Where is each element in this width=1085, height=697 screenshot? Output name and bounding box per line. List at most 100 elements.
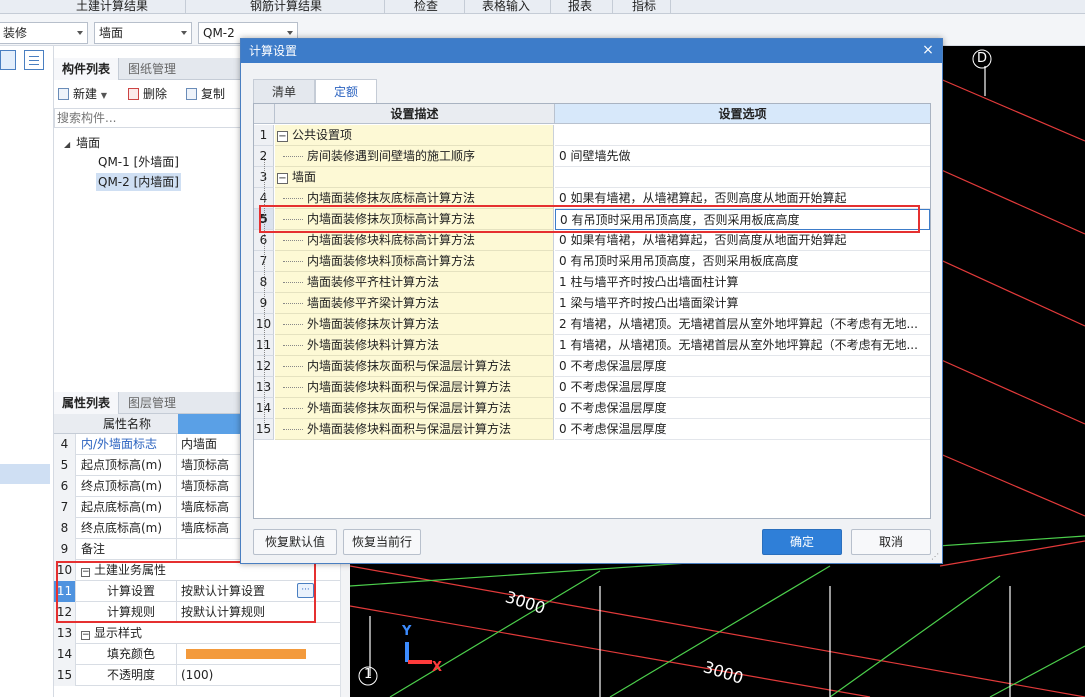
menu-rebar-results[interactable]: 钢筋计算结果 bbox=[244, 0, 322, 14]
setting-option[interactable]: 2 有墙裙，从墙裙顶。无墙裙首层从室外地坪算起（不考虑有无地... bbox=[555, 314, 930, 335]
opacity-value[interactable]: (100) bbox=[178, 665, 350, 686]
tree-connector bbox=[283, 387, 303, 388]
component-search-input[interactable] bbox=[54, 108, 244, 128]
setting-description-label: 内墙面装修抹灰底标高计算方法 bbox=[307, 191, 476, 205]
calc-setting-value[interactable]: 按默认计算设置 bbox=[178, 581, 313, 602]
settings-row[interactable]: 2 房间装修遇到间壁墙的施工顺序 0 间壁墙先做 bbox=[254, 146, 930, 167]
attribute-key: 计算规则 bbox=[77, 602, 177, 623]
copy-button[interactable]: 复制 bbox=[186, 86, 225, 102]
menu-check[interactable]: 检查 bbox=[408, 0, 438, 14]
tree-connector bbox=[283, 303, 303, 304]
settings-row[interactable]: 7 内墙面装修块料顶标高计算方法 0 有吊顶时采用吊顶高度，否则采用板底高度 bbox=[254, 251, 930, 272]
attribute-row[interactable]: 14 填充颜色 bbox=[54, 644, 350, 665]
tree-connector bbox=[283, 429, 303, 430]
row-number: 8 bbox=[54, 518, 76, 539]
new-button[interactable]: 新建 ▼ bbox=[58, 86, 107, 104]
setting-description-label: 外墙面装修抹灰面积与保温层计算方法 bbox=[307, 401, 512, 415]
setting-option[interactable]: 0 有吊顶时采用吊顶高度，否则采用板底高度 bbox=[555, 251, 930, 272]
setting-description: 外墙面装修抹灰面积与保温层计算方法 bbox=[275, 398, 554, 419]
tree-node-wall[interactable]: ◢ 墙面 bbox=[64, 134, 100, 151]
attribute-group: − 显示样式 bbox=[77, 623, 349, 644]
detail-view-icon[interactable] bbox=[24, 50, 44, 70]
settings-row[interactable]: 11 外墙面装修块料计算方法 1 有墙裙，从墙裙顶。无墙裙首层从室外地坪算起（不考虑… bbox=[254, 335, 930, 356]
tab-attribute-list[interactable]: 属性列表 bbox=[54, 392, 120, 414]
tab-bill-list[interactable]: 清单 bbox=[253, 79, 315, 103]
setting-option[interactable]: 0 不考虑保温层厚度 bbox=[555, 356, 930, 377]
cancel-button[interactable]: 取消 bbox=[851, 529, 931, 555]
settings-group-row[interactable]: 3− 墙面 bbox=[254, 167, 930, 188]
tree-item-qm1[interactable]: QM-1 [外墙面] bbox=[98, 154, 179, 170]
row-number: 1 bbox=[254, 125, 274, 146]
settings-row[interactable]: 9 墙面装修平齐梁计算方法 1 梁与墙平齐时按凸出墙面梁计算 bbox=[254, 293, 930, 314]
component-type-select[interactable]: 墙面 bbox=[94, 22, 192, 44]
close-icon[interactable]: × bbox=[920, 42, 936, 58]
setting-option[interactable]: 1 梁与墙平齐时按凸出墙面梁计算 bbox=[555, 293, 930, 314]
setting-description-label: 墙面装修平齐柱计算方法 bbox=[307, 275, 440, 289]
setting-option[interactable]: 0 有吊顶时采用吊顶高度，否则采用板底高度 bbox=[555, 209, 930, 230]
tree-connector bbox=[283, 198, 303, 199]
settings-row[interactable]: 15 外墙面装修块料面积与保温层计算方法 0 不考虑保温层厚度 bbox=[254, 419, 930, 440]
ok-button[interactable]: 确定 bbox=[762, 529, 842, 555]
attribute-row[interactable]: 11 计算设置 按默认计算设置 ··· bbox=[54, 581, 350, 602]
more-options-icon[interactable]: ··· bbox=[297, 583, 314, 598]
menu-report[interactable]: 报表 bbox=[562, 0, 592, 14]
setting-option[interactable] bbox=[555, 125, 930, 146]
setting-description: − 公共设置项 bbox=[275, 125, 554, 146]
attribute-group-label: 土建业务属性 bbox=[94, 563, 167, 577]
setting-option[interactable]: 0 不考虑保温层厚度 bbox=[555, 419, 930, 440]
settings-row[interactable]: 4 内墙面装修抹灰底标高计算方法 0 如果有墙裙，从墙裙算起，否则高度从地面开始算起 bbox=[254, 188, 930, 209]
setting-option[interactable]: 0 间壁墙先做 bbox=[555, 146, 930, 167]
tab-layer-manage[interactable]: 图层管理 bbox=[120, 392, 184, 414]
menu-civil-results[interactable]: 土建计算结果 bbox=[70, 0, 148, 14]
menu-table-input[interactable]: 表格输入 bbox=[476, 0, 530, 14]
collapse-icon[interactable]: − bbox=[81, 568, 90, 577]
tree-connector bbox=[283, 240, 303, 241]
tree-connector bbox=[283, 156, 303, 157]
setting-option[interactable]: 0 不考虑保温层厚度 bbox=[555, 377, 930, 398]
new-button-label: 新建 bbox=[73, 87, 98, 101]
calc-rule-value[interactable]: 按默认计算规则 bbox=[178, 602, 350, 623]
collapse-icon[interactable]: − bbox=[277, 173, 288, 184]
selected-nav-item[interactable] bbox=[0, 464, 50, 484]
delete-button[interactable]: 删除 bbox=[128, 86, 167, 102]
tree-connector bbox=[283, 219, 303, 220]
setting-option[interactable] bbox=[555, 167, 930, 188]
setting-description-label: 内墙面装修块料顶标高计算方法 bbox=[307, 254, 476, 268]
collapse-icon[interactable]: − bbox=[277, 131, 288, 142]
component-list-panel: 构件列表 图纸管理 新建 ▼ 删除 复制 ◢ 墙面 QM-1 [外墙面] QM-2… bbox=[54, 46, 244, 376]
attribute-name-header: 属性名称 bbox=[102, 417, 151, 431]
tree-item-qm2[interactable]: QM-2 [内墙面] bbox=[96, 173, 181, 191]
resize-grip-icon[interactable]: ⋰ bbox=[931, 553, 939, 561]
list-view-icon[interactable] bbox=[0, 50, 16, 70]
settings-row[interactable]: 13 内墙面装修块料面积与保温层计算方法 0 不考虑保温层厚度 bbox=[254, 377, 930, 398]
tab-component-list[interactable]: 构件列表 bbox=[54, 58, 120, 80]
setting-group-label: 公共设置项 bbox=[292, 128, 353, 142]
tab-drawing-manage[interactable]: 图纸管理 bbox=[120, 58, 184, 80]
settings-row[interactable]: 12 内墙面装修抹灰面积与保温层计算方法 0 不考虑保温层厚度 bbox=[254, 356, 930, 377]
setting-description: 内墙面装修抹灰顶标高计算方法 bbox=[275, 209, 554, 230]
attribute-row[interactable]: 12 计算规则 按默认计算规则 bbox=[54, 602, 350, 623]
fill-color-value[interactable] bbox=[178, 644, 350, 665]
attribute-row[interactable]: 15 不透明度 (100) bbox=[54, 665, 350, 686]
settings-row[interactable]: 14 外墙面装修抹灰面积与保温层计算方法 0 不考虑保温层厚度 bbox=[254, 398, 930, 419]
category-select[interactable]: 装修 bbox=[0, 22, 88, 44]
setting-description: 内墙面装修块料顶标高计算方法 bbox=[275, 251, 554, 272]
settings-row[interactable]: 10 外墙面装修抹灰计算方法 2 有墙裙，从墙裙顶。无墙裙首层从室外地坪算起（不考虑… bbox=[254, 314, 930, 335]
settings-row[interactable]: 5 内墙面装修抹灰顶标高计算方法 0 有吊顶时采用吊顶高度，否则采用板底高度 bbox=[254, 209, 930, 230]
attribute-group-row[interactable]: 13− 显示样式 bbox=[54, 623, 350, 644]
setting-option[interactable]: 0 如果有墙裙，从墙裙算起，否则高度从地面开始算起 bbox=[555, 188, 930, 209]
collapse-icon[interactable]: − bbox=[81, 631, 90, 640]
row-number: 9 bbox=[54, 539, 76, 560]
y-axis-icon: Y bbox=[402, 624, 412, 639]
setting-option[interactable]: 0 不考虑保温层厚度 bbox=[555, 398, 930, 419]
setting-option[interactable]: 1 柱与墙平齐时按凸出墙面柱计算 bbox=[555, 272, 930, 293]
setting-option[interactable]: 1 有墙裙，从墙裙顶。无墙裙首层从室外地坪算起（不考虑有无地... bbox=[555, 335, 930, 356]
settings-row[interactable]: 6 内墙面装修块料底标高计算方法 0 如果有墙裙，从墙裙算起，否则高度从地面开始算起 bbox=[254, 230, 930, 251]
restore-default-label: 恢复默认值 bbox=[253, 529, 337, 555]
tab-quota[interactable]: 定额 bbox=[315, 79, 377, 104]
menu-index[interactable]: 指标 bbox=[626, 0, 656, 14]
setting-description: 墙面装修平齐梁计算方法 bbox=[275, 293, 554, 314]
setting-option[interactable]: 0 如果有墙裙，从墙裙算起，否则高度从地面开始算起 bbox=[555, 230, 930, 251]
settings-row[interactable]: 8 墙面装修平齐柱计算方法 1 柱与墙平齐时按凸出墙面柱计算 bbox=[254, 272, 930, 293]
settings-group-row[interactable]: 1− 公共设置项 bbox=[254, 125, 930, 146]
